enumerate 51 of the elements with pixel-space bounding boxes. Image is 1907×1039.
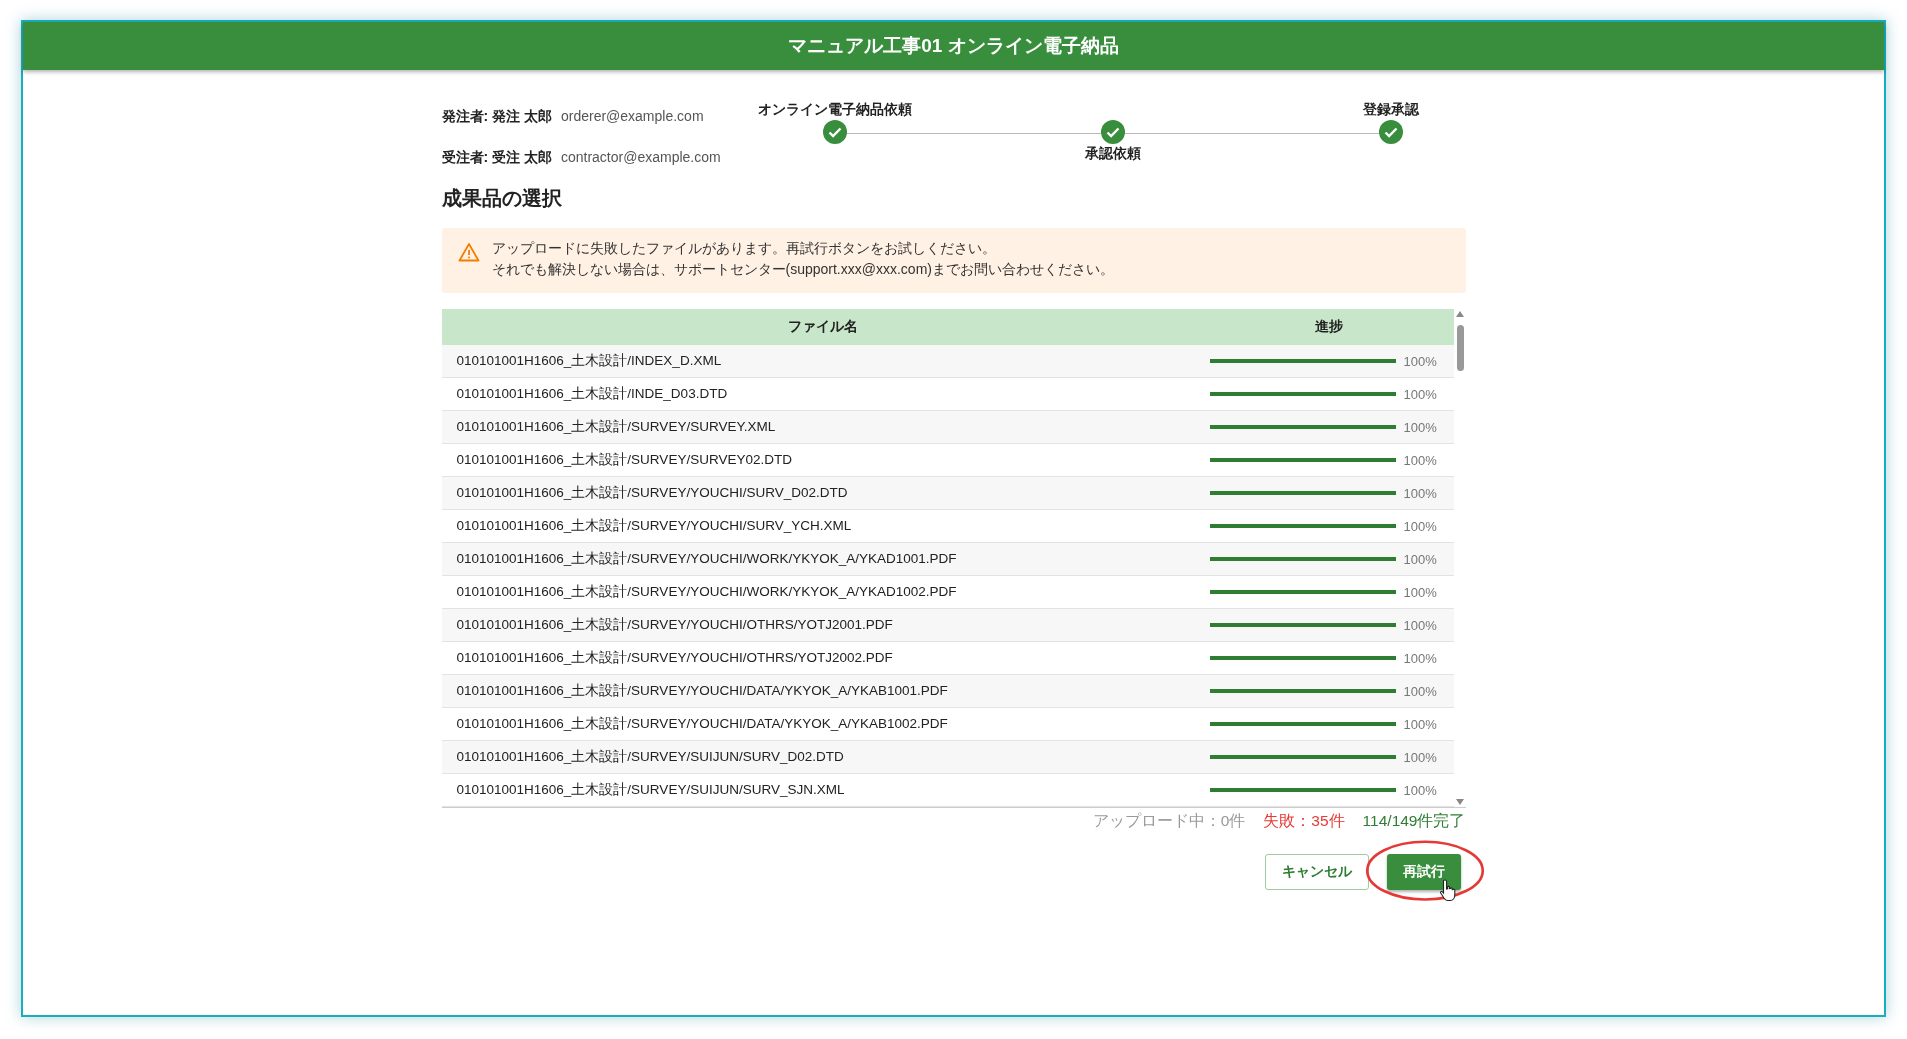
scrollbar-thumb[interactable] — [1456, 325, 1464, 371]
step-label: オンライン電子納品依頼 — [757, 101, 912, 119]
progress-percent: 100% — [1403, 650, 1437, 666]
file-name: 010101001H1606_土木設計/INDEX_D.XML — [455, 352, 723, 370]
file-name: 010101001H1606_土木設計/SURVEY/YOUCHI/OTHRS/YOTJ2001.PDF — [455, 616, 894, 634]
progress-percent: 100% — [1403, 782, 1437, 798]
scroll-up-icon[interactable] — [1455, 311, 1464, 317]
progress-percent: 100% — [1403, 716, 1437, 732]
file-name: 010101001H1606_土木設計/SURVEY/YOUCHI/DATA/YKYOK_A/YKAB1001.PDF — [455, 682, 949, 700]
cancel-button[interactable]: キャンセル — [1264, 854, 1369, 890]
file-name: 010101001H1606_土木設計/SURVEY/SUIJUN/SURV_D02.DTD — [455, 748, 845, 766]
step-label: 登録承認 — [1362, 101, 1419, 119]
column-header: ファイル名 — [787, 318, 858, 336]
hand-cursor-icon — [1438, 878, 1457, 902]
file-name: 010101001H1606_土木設計/SURVEY/YOUCHI/OTHRS/YOTJ2002.PDF — [455, 649, 894, 667]
progress-percent: 100% — [1403, 617, 1437, 633]
party-email: contractor@example.com — [560, 149, 721, 167]
alert-message: アップロードに失敗したファイルがあります。再試行ボタンをお試しください。 — [491, 240, 997, 258]
progress-percent: 100% — [1403, 353, 1437, 369]
file-name: 010101001H1606_土木設計/INDE_D03.DTD — [455, 385, 729, 403]
completed-count: 114/149件完了 — [1362, 811, 1466, 831]
file-name: 010101001H1606_土木設計/SURVEY/YOUCHI/SURV_D02.DTD — [455, 484, 849, 502]
progress-percent: 100% — [1403, 683, 1437, 699]
file-name: 010101001H1606_土木設計/SURVEY/YOUCHI/DATA/YKYOK_A/YKAB1002.PDF — [455, 715, 949, 733]
file-name: 010101001H1606_土木設計/SURVEY/YOUCHI/WORK/YKYOK_A/YKAD1001.PDF — [455, 550, 958, 568]
file-name: 010101001H1606_土木設計/SURVEY/YOUCHI/SURV_YCH.XML — [455, 517, 853, 535]
progress-percent: 100% — [1403, 584, 1437, 600]
party-name: 受注者: 受注 太郎 — [441, 149, 552, 167]
file-name: 010101001H1606_土木設計/SURVEY/SUIJUN/SURV_SJN.XML — [455, 781, 846, 799]
column-header: 進捗 — [1314, 318, 1343, 336]
alert-message: それでも解決しない場合は、サポートセンター(support.xxx@xxx.com)までお問い合わせください。 — [491, 261, 1114, 279]
scroll-down-icon[interactable] — [1455, 799, 1464, 805]
progress-percent: 100% — [1403, 518, 1437, 534]
progress-percent: 100% — [1403, 452, 1437, 468]
section-title: 成果品の選択 — [441, 186, 563, 211]
retry-button[interactable]: 再試行 — [1386, 854, 1461, 890]
file-name: 010101001H1606_土木設計/SURVEY/SURVEY.XML — [455, 418, 777, 436]
progress-percent: 100% — [1403, 749, 1437, 765]
file-name: 010101001H1606_土木設計/SURVEY/YOUCHI/WORK/YKYOK_A/YKAD1002.PDF — [455, 583, 958, 601]
warning-icon — [457, 242, 480, 262]
step-label: 承認依頼 — [1084, 145, 1141, 163]
failed-count: 失敗：35件 — [1263, 811, 1345, 831]
uploading-count: アップロード中：0件 — [1092, 811, 1246, 831]
progress-percent: 100% — [1403, 419, 1437, 435]
window-title: マニュアル工事01 オンライン電子納品 — [788, 34, 1119, 58]
progress-percent: 100% — [1403, 485, 1437, 501]
file-name: 010101001H1606_土木設計/SURVEY/SURVEY02.DTD — [455, 451, 793, 469]
party-email: orderer@example.com — [560, 108, 704, 126]
progress-percent: 100% — [1403, 551, 1437, 567]
party-name: 発注者: 発注 太郎 — [441, 108, 552, 126]
progress-percent: 100% — [1403, 386, 1437, 402]
